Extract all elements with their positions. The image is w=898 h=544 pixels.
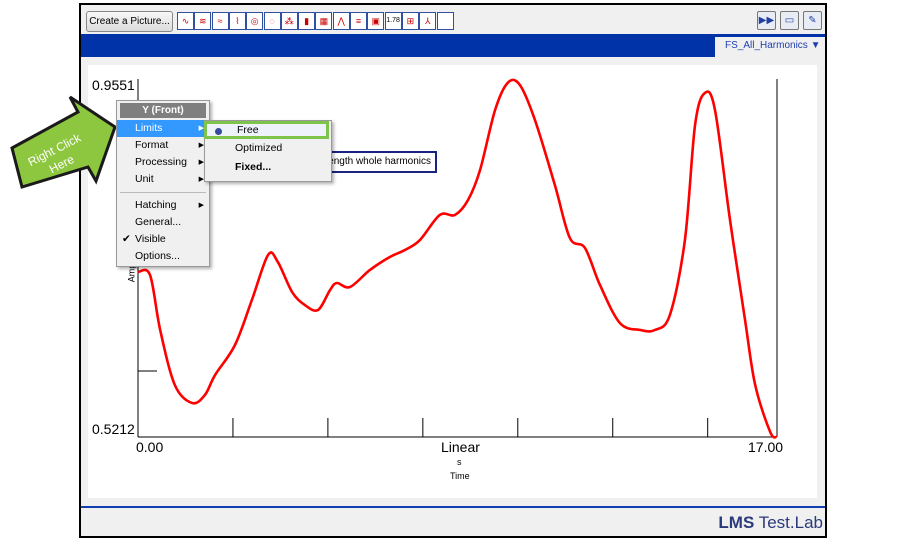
x-unit-label: s xyxy=(457,457,462,467)
check-icon: ✔ xyxy=(122,233,131,245)
menu-item-general[interactable]: General... xyxy=(117,214,209,231)
x-scale-label[interactable]: Linear xyxy=(441,439,480,455)
menu-item-fixed[interactable]: Fixed... xyxy=(205,158,331,177)
menu-title: Y (Front) xyxy=(120,103,206,118)
context-menu: Y (Front) Limits ▶ Format ▶ Processing ▶ Unit ▶… xyxy=(116,100,210,267)
menu-separator xyxy=(120,192,206,193)
menu-item-processing[interactable]: Processing ▶ xyxy=(117,154,209,171)
menu-item-limits[interactable]: Limits ▶ xyxy=(117,120,209,137)
radio-selected-icon xyxy=(215,128,222,135)
menu-item-unit[interactable]: Unit ▶ xyxy=(117,171,209,188)
menu-item-free[interactable]: Free xyxy=(204,121,329,139)
menu-item-optimized[interactable]: Optimized xyxy=(205,139,331,158)
menu-item-options[interactable]: Options... xyxy=(117,248,209,265)
legend-box[interactable]: ength whole harmonics xyxy=(325,151,437,173)
menu-item-visible[interactable]: ✔ Visible xyxy=(117,231,209,248)
menu-item-hatching[interactable]: Hatching ▶ xyxy=(117,197,209,214)
x-axis-title: Time xyxy=(450,471,470,481)
x-max-label[interactable]: 17.00 xyxy=(748,439,783,455)
y-min-label[interactable]: 0.5212 xyxy=(92,421,135,437)
menu-item-format[interactable]: Format ▶ xyxy=(117,137,209,154)
y-max-label[interactable]: 0.9551 xyxy=(92,77,135,93)
submenu-arrow-icon: ▶ xyxy=(198,202,204,209)
limits-submenu: Free Optimized Fixed... xyxy=(204,120,332,182)
x-min-label[interactable]: 0.00 xyxy=(136,439,163,455)
